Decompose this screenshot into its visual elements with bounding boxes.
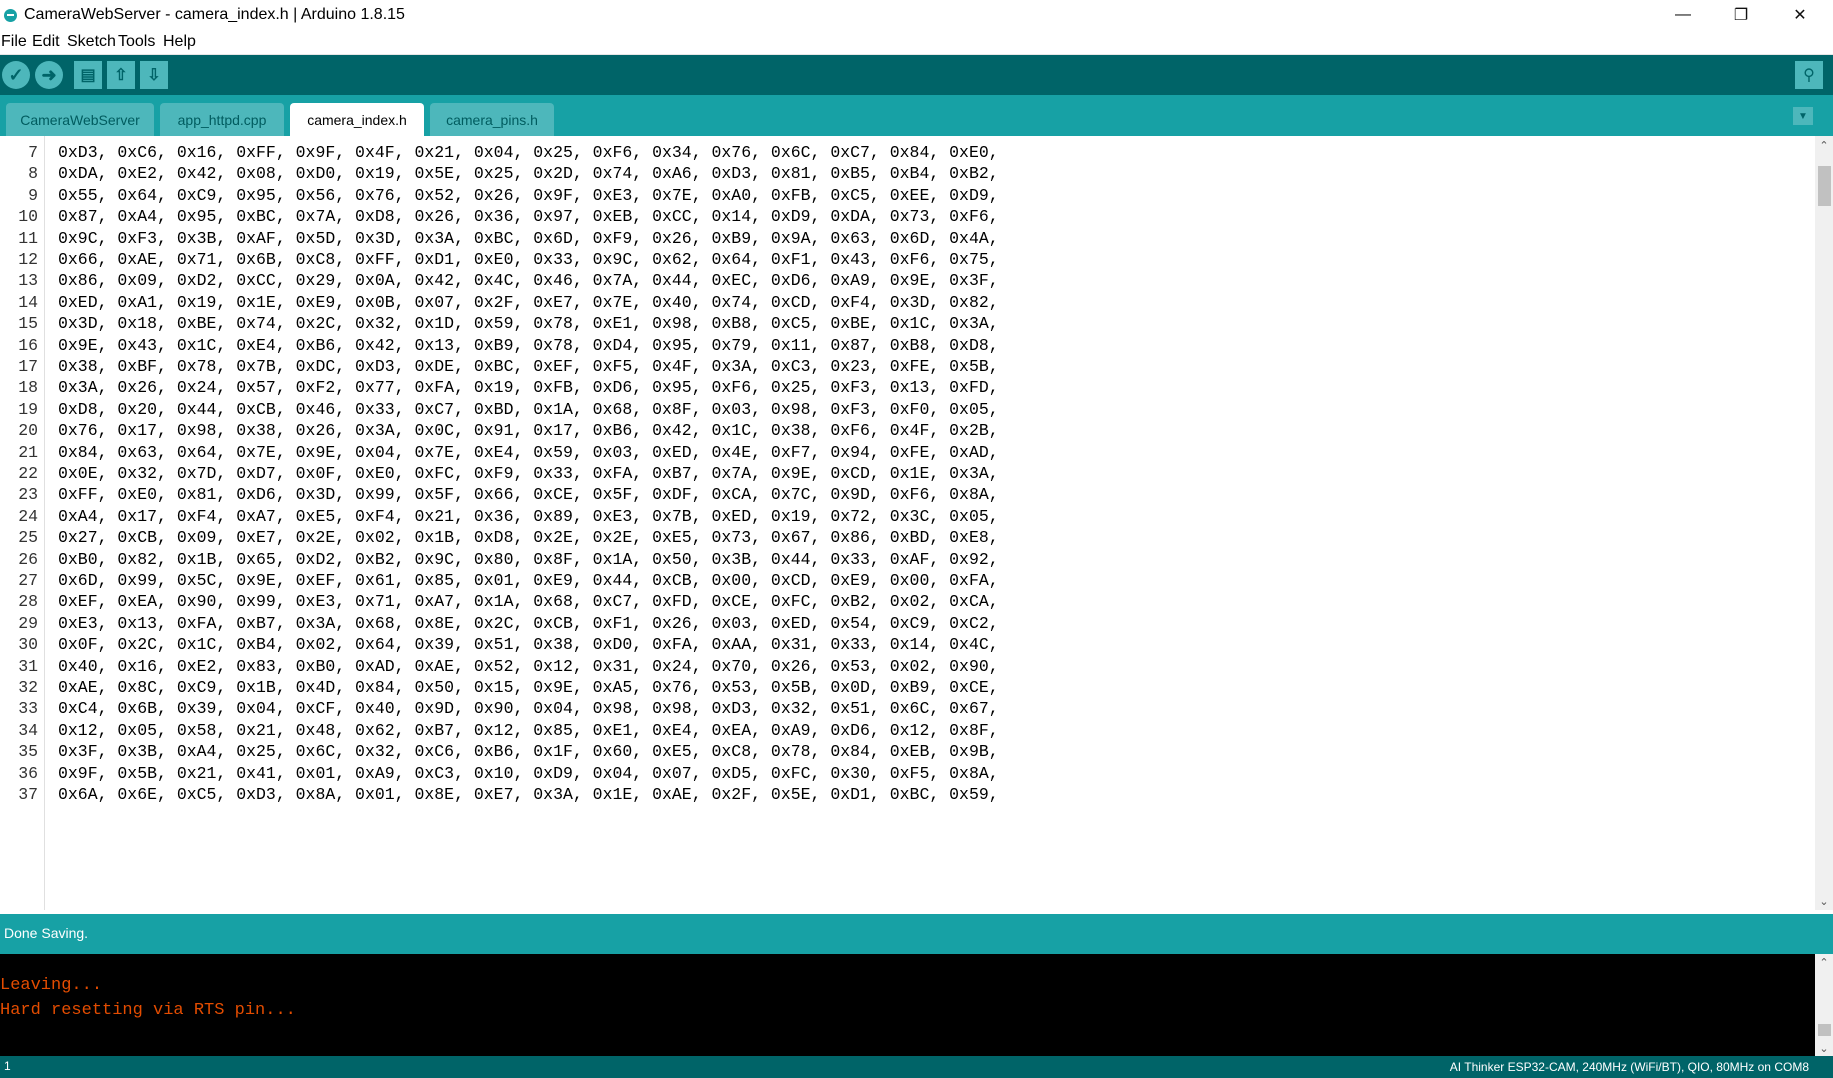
current-line-number: 1 (4, 1059, 11, 1073)
verify-button[interactable]: ✓ (2, 61, 30, 89)
checkmark-icon: ✓ (8, 64, 24, 85)
serial-monitor-button[interactable]: ⚲ (1795, 61, 1823, 89)
code-editor[interactable]: 7 0xD3, 0xC6, 0x16, 0xFF, 0x9F, 0x4F, 0x2… (0, 136, 1833, 910)
scrollbar-thumb[interactable] (1818, 1024, 1831, 1036)
scroll-down-icon[interactable]: ⌄ (1815, 892, 1833, 910)
open-button[interactable]: ⇧ (107, 61, 135, 89)
arrow-right-icon: ➜ (41, 64, 57, 85)
board-info: AI Thinker ESP32-CAM, 240MHz (WiFi/BT), … (1449, 1060, 1809, 1074)
menu-edit[interactable]: Edit (32, 33, 60, 51)
tab-camera-pins[interactable]: camera_pins.h (430, 103, 554, 136)
triangle-down-icon: ▼ (1798, 110, 1808, 122)
tab-app-httpd[interactable]: app_httpd.cpp (160, 103, 284, 136)
menu-tools[interactable]: Tools (118, 33, 155, 51)
upload-button[interactable]: ➜ (35, 61, 63, 89)
scrollbar-thumb[interactable] (1818, 166, 1831, 206)
editor-scrollbar[interactable]: ⌃ ⌄ (1815, 136, 1833, 910)
tab-bar: CameraWebServer app_httpd.cpp camera_ind… (0, 95, 1833, 136)
console-scrollbar[interactable]: ⌃ ⌄ (1815, 954, 1833, 1056)
menu-bar: File Edit Sketch Tools Help (0, 30, 1833, 55)
minimize-button[interactable]: — (1654, 0, 1712, 30)
console-output[interactable]: Leaving... Hard resetting via RTS pin...… (0, 954, 1833, 1056)
menu-sketch[interactable]: Sketch (67, 33, 116, 51)
status-message: Done Saving. (4, 925, 89, 941)
arduino-logo-icon (4, 9, 17, 22)
status-bar: Done Saving. (0, 914, 1833, 954)
restore-button[interactable]: ❐ (1712, 0, 1770, 30)
window-title: CameraWebServer - camera_index.h | Ardui… (24, 6, 405, 23)
close-button[interactable]: ✕ (1771, 0, 1829, 30)
arrow-up-icon: ⇧ (114, 67, 128, 84)
new-file-icon: ▤ (80, 67, 96, 84)
arrow-down-icon: ⇩ (147, 67, 161, 84)
tab-menu-button[interactable]: ▼ (1793, 107, 1813, 125)
scroll-down-icon[interactable]: ⌄ (1815, 1040, 1833, 1056)
menu-file[interactable]: File (1, 33, 27, 51)
scroll-up-icon[interactable]: ⌃ (1815, 136, 1833, 154)
menu-help[interactable]: Help (163, 33, 196, 51)
magnifier-icon: ⚲ (1803, 67, 1815, 84)
line-number: 37 (18, 785, 38, 804)
toolbar: ✓ ➜ ▤ ⇧ ⇩ ⚲ (0, 55, 1833, 95)
tab-camerawebserver[interactable]: CameraWebServer (6, 103, 154, 136)
line-text: 0x6A, 0x6E, 0xC5, 0xD3, 0x8A, 0x01, 0x8E… (58, 785, 999, 804)
scroll-up-icon[interactable]: ⌃ (1815, 954, 1833, 970)
console-line: Hard resetting via RTS pin... (0, 1001, 296, 1020)
new-sketch-button[interactable]: ▤ (74, 61, 102, 89)
tab-camera-index[interactable]: camera_index.h (290, 103, 424, 136)
save-button[interactable]: ⇩ (140, 61, 168, 89)
footer-bar: 1 AI Thinker ESP32-CAM, 240MHz (WiFi/BT)… (0, 1056, 1833, 1078)
title-bar: CameraWebServer - camera_index.h | Ardui… (0, 0, 1833, 30)
console-line: Leaving... (0, 976, 103, 995)
